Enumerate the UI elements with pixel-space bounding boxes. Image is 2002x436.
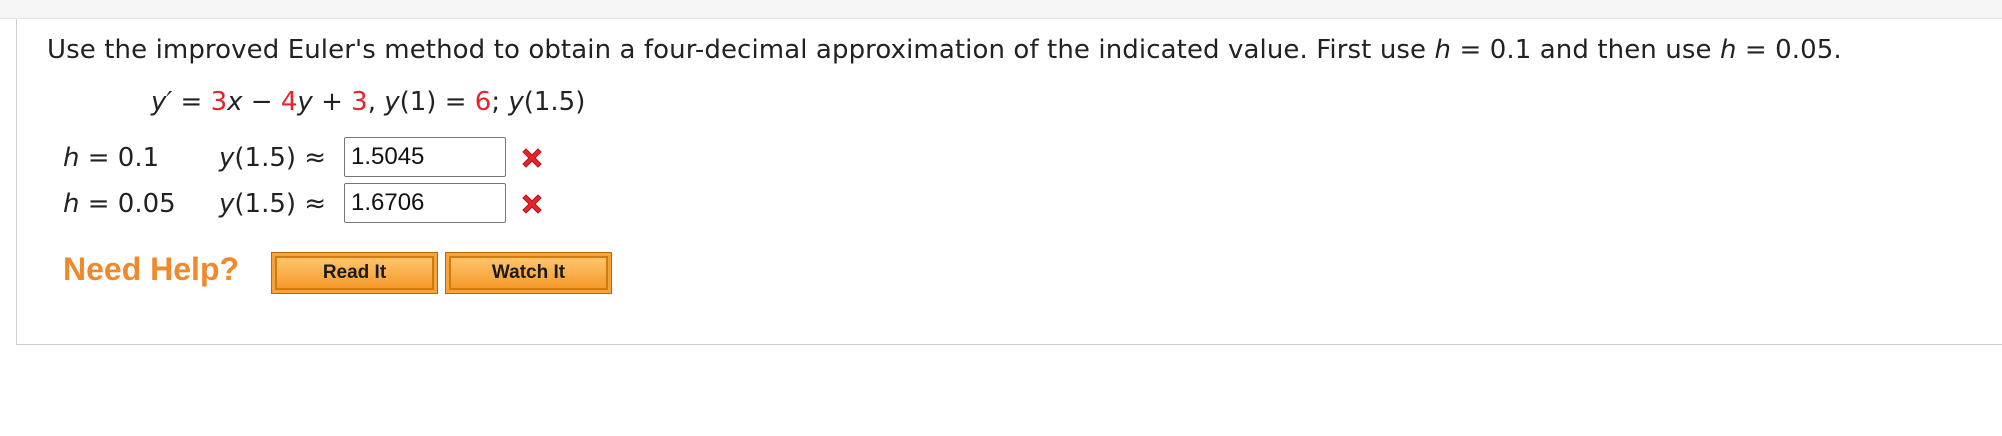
approx-label: y(1.5) ≈ (219, 189, 327, 219)
eq-minus: − (242, 87, 281, 117)
eq-const: 3 (351, 87, 368, 117)
eq-target-arg: (1.5) (523, 87, 586, 117)
eq-init-val: 6 (474, 87, 492, 117)
question-middle: and then use (1531, 35, 1720, 65)
read-it-button[interactable]: Read It (271, 252, 438, 294)
eq-init-fn: y (384, 87, 400, 117)
eq-coef-y: 4 (280, 87, 298, 117)
answer-input-h005[interactable] (344, 183, 506, 223)
eq-plus: + (312, 87, 352, 117)
incorrect-x-icon (522, 194, 542, 214)
question-text: Use the improved Euler's method to obtai… (47, 35, 1842, 65)
incorrect-x-icon (522, 148, 542, 168)
approx-label: y(1.5) ≈ (219, 143, 327, 173)
h-symbol: h (1434, 35, 1452, 65)
watch-it-label: Watch It (449, 256, 608, 290)
eq-semicolon: ; (491, 87, 509, 117)
differential-equation: y′ = 3x − 4y + 3, y(1) = 6; y(1.5) (151, 87, 585, 117)
need-help-label: Need Help? (63, 251, 240, 287)
eq-lhs: y′ = (151, 87, 211, 117)
step-size-label: h = 0.05 (63, 189, 176, 219)
top-bar (0, 0, 2002, 19)
step-size-label: h = 0.1 (63, 143, 160, 173)
eq-y: y (297, 87, 313, 117)
eq-target-fn: y (508, 87, 524, 117)
eq-coef-x: 3 (210, 87, 228, 117)
read-it-label: Read It (275, 256, 434, 290)
eq-init-arg: (1) = (399, 87, 475, 117)
h-symbol: h (1719, 35, 1737, 65)
eq-x: x (227, 87, 243, 117)
answer-input-h01[interactable] (344, 137, 506, 177)
question-intro: Use the improved Euler's method to obtai… (47, 35, 1435, 65)
h2-value: = 0.05. (1736, 35, 1842, 65)
h1-value: = 0.1 (1451, 35, 1532, 65)
eq-comma: , (367, 87, 385, 117)
question-panel: Use the improved Euler's method to obtai… (16, 19, 2002, 345)
watch-it-button[interactable]: Watch It (445, 252, 612, 294)
